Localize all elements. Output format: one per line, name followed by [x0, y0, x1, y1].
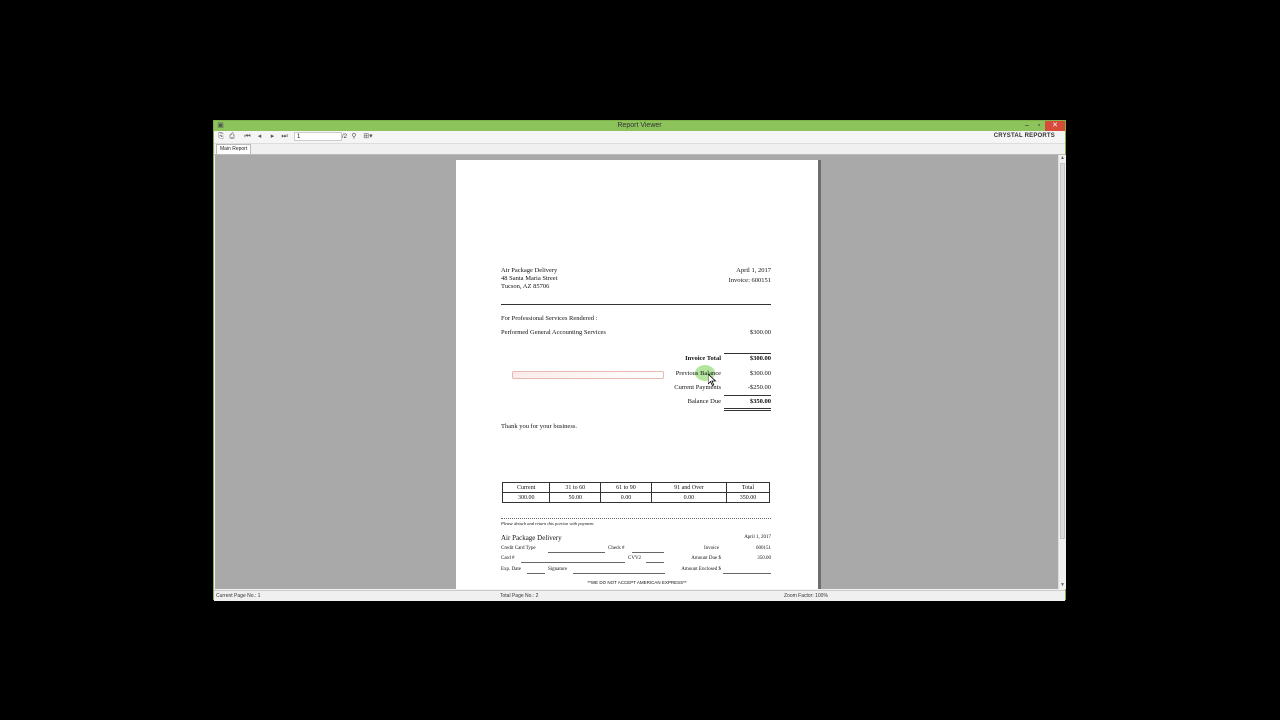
current-payments-value: -$250.00 [747, 384, 771, 391]
aging-value: 350.00 [726, 492, 770, 503]
company-street: 48 Santa Maria Street [501, 275, 558, 282]
line-item-amount: $300.00 [749, 329, 771, 336]
check-number-line [632, 552, 664, 553]
zoom-status: Zoom Factor: 100% [784, 593, 828, 599]
scrollbar-thumb[interactable] [1060, 163, 1065, 539]
aging-header-row: Current 31 to 60 61 to 90 91 and Over To… [501, 482, 770, 493]
zoom-icon[interactable]: ⊞▾ [362, 132, 374, 142]
amount-enclosed-label: Amount Enclosed $ [681, 567, 721, 572]
page-total: /2 [342, 134, 348, 140]
previous-balance-value: $300.00 [749, 370, 771, 377]
signature-label: Signature [548, 567, 568, 572]
aging-header: 91 and Over [650, 482, 728, 493]
balance-due-label: Balance Due [687, 398, 721, 405]
maximize-button[interactable]: ▫ [1033, 121, 1045, 131]
toolbar: ⎘ ⎙ ⏮ ◂ ▸ ⏭ 1 /2 ⚲ ⊞▾ CRYSTAL REPORTS [214, 131, 1065, 144]
next-page-icon[interactable]: ▸ [269, 132, 276, 142]
balance-rule [724, 395, 771, 396]
amount-due-value: 350.00 [757, 556, 771, 561]
aging-table: Current 31 to 60 61 to 90 91 and Over To… [501, 482, 770, 503]
remit-invoice-value: 600151 [756, 546, 771, 551]
close-button[interactable]: ✕ [1045, 121, 1065, 131]
vertical-scrollbar[interactable]: ▲ ▼ [1058, 155, 1066, 589]
aging-header: 31 to 60 [549, 482, 602, 493]
exp-date-label: Exp. Date [501, 567, 521, 572]
aging-header: Total [726, 482, 770, 493]
invoice-total-value: $300.00 [749, 355, 771, 362]
header-divider [501, 304, 771, 305]
report-viewer-window: ▣ Report Viewer – ▫ ✕ ⎘ ⎙ ⏮ ◂ ▸ ⏭ 1 /2 ⚲… [213, 120, 1066, 601]
page-number-input[interactable]: 1 [294, 132, 342, 141]
card-number-label: Card # [501, 556, 515, 561]
credit-card-type-label: Credit Card Type [501, 546, 536, 551]
amount-enclosed-line [723, 573, 771, 574]
signature-line [573, 573, 665, 574]
report-viewport[interactable]: Air Package Delivery 48 Santa Maria Stre… [215, 155, 1058, 589]
aging-value: 50.00 [549, 492, 602, 503]
aging-value: 300.00 [501, 492, 551, 503]
crystal-reports-logo: CRYSTAL REPORTS [993, 133, 1055, 139]
aging-header: Current [501, 482, 551, 493]
double-underline-1 [724, 408, 771, 409]
amount-due-label: Amount Due $ [691, 556, 721, 561]
check-number-label: Check # [608, 546, 625, 551]
aging-value: 0.00 [650, 492, 728, 503]
minimize-button[interactable]: – [1021, 121, 1033, 131]
current-page-status: Current Page No.: 1 [216, 593, 261, 599]
previous-page-icon[interactable]: ◂ [256, 132, 263, 142]
aging-header: 61 to 90 [600, 482, 652, 493]
thank-you-note: Thank you for your business. [501, 423, 578, 430]
amex-notice: **WE DO NOT ACCEPT AMERICAN EXPRESS** [587, 580, 687, 585]
mouse-cursor-icon [708, 374, 717, 386]
app-icon: ▣ [217, 122, 224, 129]
company-city: Tucson, AZ 85706 [501, 283, 550, 290]
invoice-total-label: Invoice Total [685, 355, 721, 362]
invoice-date: April 1, 2017 [736, 267, 771, 274]
remit-date: April 1, 2017 [744, 535, 771, 540]
line-item-description: Performed General Accounting Services [501, 329, 606, 336]
aging-value-row: 300.00 50.00 0.00 0.00 350.00 [501, 492, 770, 503]
report-page: Air Package Delivery 48 Santa Maria Stre… [456, 160, 818, 589]
card-number-line [521, 562, 625, 563]
export-icon[interactable]: ⎘ [217, 132, 225, 142]
hover-highlight [512, 371, 664, 379]
services-heading: For Professional Services Rendered : [501, 315, 598, 322]
cvv2-label: CVV2 [628, 556, 642, 561]
last-page-icon[interactable]: ⏭ [281, 132, 288, 142]
aging-value: 0.00 [600, 492, 652, 503]
window-controls: – ▫ ✕ [1021, 121, 1065, 131]
company-name: Air Package Delivery [501, 267, 558, 274]
credit-card-type-line [548, 552, 605, 553]
detach-line [501, 518, 771, 519]
remit-invoice-label: Invoice [704, 546, 719, 551]
remit-company: Air Package Delivery [501, 534, 562, 542]
double-underline-2 [724, 410, 771, 411]
scroll-up-icon[interactable]: ▲ [1059, 155, 1066, 162]
tab-main-report[interactable]: Main Report [216, 144, 252, 154]
print-icon[interactable]: ⎙ [228, 132, 236, 142]
window-title: Report Viewer [617, 122, 662, 129]
exp-date-line [527, 573, 545, 574]
scroll-down-icon[interactable]: ▼ [1059, 582, 1066, 589]
subtotal-rule [724, 353, 771, 354]
invoice-number: Invoice: 600151 [728, 277, 771, 284]
first-page-icon[interactable]: ⏮ [244, 132, 251, 142]
total-page-status: Total Page No.: 2 [500, 593, 539, 599]
balance-due-value: $350.00 [749, 398, 771, 405]
tab-row: Main Report [214, 144, 1065, 155]
detach-note: Please detach and return this portion wi… [501, 521, 595, 526]
cvv2-line [646, 562, 664, 563]
binoculars-icon[interactable]: ⚲ [350, 132, 358, 142]
status-bar: Current Page No.: 1 Total Page No.: 2 Zo… [214, 590, 1065, 601]
title-bar[interactable]: ▣ Report Viewer – ▫ ✕ [214, 121, 1065, 131]
